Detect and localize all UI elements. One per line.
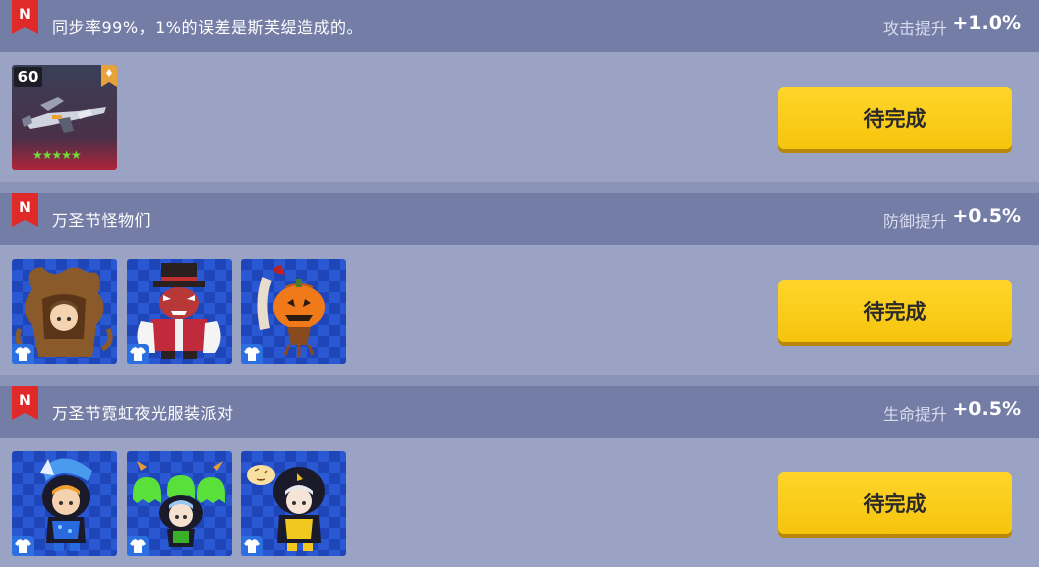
svg-text:N: N <box>19 393 31 409</box>
task-header: N 同步率99%，1%的误差是斯芙缇造成的。 攻击提升 +1.0% <box>0 0 1039 52</box>
task-body: 待完成 <box>0 438 1039 567</box>
bonus-value: +0.5% <box>952 398 1021 420</box>
costume-shirt-icon <box>12 536 34 556</box>
task-body: 待完成 <box>0 245 1039 375</box>
costume-item-tile[interactable] <box>241 259 346 364</box>
svg-text:N: N <box>19 7 31 23</box>
costume-shirt-icon <box>127 344 149 364</box>
task-card: N 万圣节霓虹夜光服装派对 生命提升 +0.5% 待完成 <box>0 386 1039 567</box>
costume-item-tile[interactable] <box>127 451 232 556</box>
costume-shirt-icon <box>127 536 149 556</box>
weapon-icon <box>22 97 106 133</box>
costume-item-tile[interactable] <box>127 259 232 364</box>
costume-item-tile[interactable] <box>12 259 117 364</box>
task-title: 万圣节怪物们 <box>52 211 152 230</box>
task-card: N 同步率99%，1%的误差是斯芙缇造成的。 攻击提升 +1.0% 60 ★★★… <box>0 0 1039 183</box>
bonus-label: 攻击提升 <box>882 19 947 38</box>
level-badge: 60 <box>14 67 42 87</box>
task-header: N 万圣节怪物们 防御提升 +0.5% <box>0 193 1039 245</box>
pending-button[interactable]: 待完成 <box>778 472 1012 534</box>
bonus-value: +0.5% <box>952 205 1021 227</box>
pending-button[interactable]: 待完成 <box>778 87 1012 149</box>
pending-button[interactable]: 待完成 <box>778 280 1012 342</box>
costume-shirt-icon <box>12 344 34 364</box>
new-flag-icon: N <box>12 386 38 420</box>
task-title: 同步率99%，1%的误差是斯芙缇造成的。 <box>52 18 363 37</box>
svg-text:N: N <box>19 200 31 216</box>
weapon-item-tile[interactable]: 60 ★★★★★ <box>12 65 117 170</box>
bonus-label: 防御提升 <box>882 212 947 231</box>
task-body: 60 ★★★★★ 待完成 <box>0 52 1039 182</box>
costume-item-tile[interactable] <box>241 451 346 556</box>
new-flag-icon: N <box>12 0 38 34</box>
bonus-label: 生命提升 <box>882 405 947 424</box>
task-list: N 同步率99%，1%的误差是斯芙缇造成的。 攻击提升 +1.0% 60 ★★★… <box>0 0 1039 567</box>
costume-shirt-icon <box>241 344 263 364</box>
costume-item-tile[interactable] <box>12 451 117 556</box>
task-title: 万圣节霓虹夜光服装派对 <box>52 404 234 423</box>
rank-tag-icon <box>101 65 117 87</box>
costume-shirt-icon <box>241 536 263 556</box>
star-rating: ★★★★★ <box>32 148 82 162</box>
new-flag-icon: N <box>12 193 38 227</box>
task-card: N 万圣节怪物们 防御提升 +0.5% 待完成 <box>0 193 1039 376</box>
task-header: N 万圣节霓虹夜光服装派对 生命提升 +0.5% <box>0 386 1039 438</box>
bonus-value: +1.0% <box>952 12 1021 34</box>
